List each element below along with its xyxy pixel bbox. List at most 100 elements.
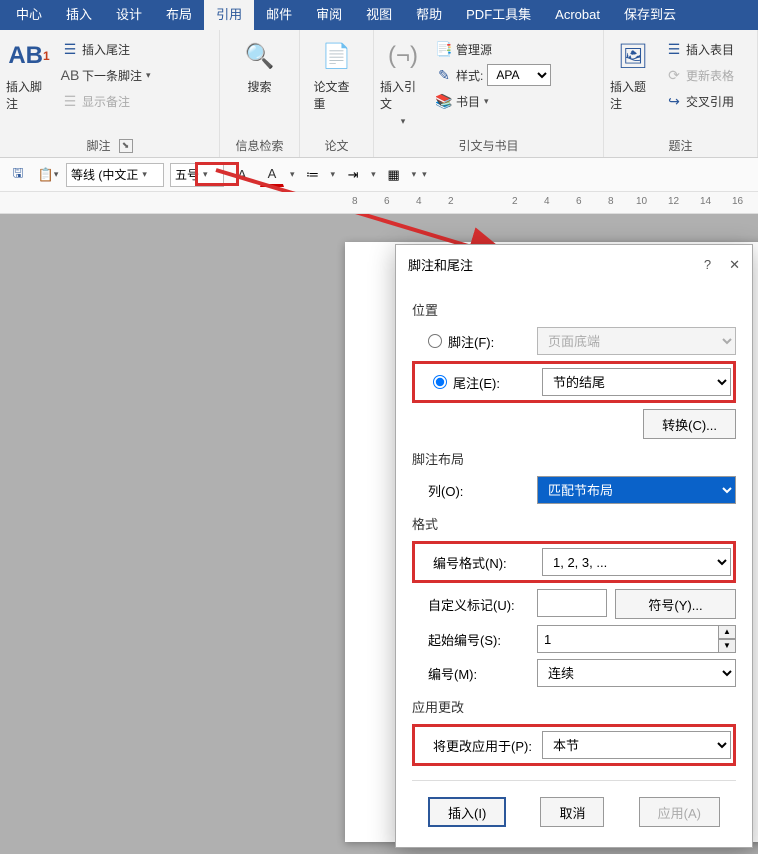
- font-decrease-icon[interactable]: A: [230, 163, 254, 187]
- cross-reference-button[interactable]: ↪ 交叉引用: [662, 90, 738, 112]
- column-select[interactable]: 匹配节布局: [537, 476, 736, 504]
- ruler-mark: 12: [668, 196, 679, 207]
- symbol-button[interactable]: 符号(Y)...: [615, 589, 736, 619]
- tab-save-cloud[interactable]: 保存到云: [612, 0, 688, 30]
- insert-footnote-label: 插入脚注: [6, 78, 52, 112]
- custom-mark-input[interactable]: [537, 589, 607, 617]
- tab-help[interactable]: 帮助: [404, 0, 454, 30]
- start-at-down[interactable]: ▼: [718, 639, 736, 653]
- font-color-icon[interactable]: A: [260, 163, 284, 187]
- clipboard-icon[interactable]: 📋▾: [36, 163, 60, 187]
- custom-mark-label: 自定义标记(U):: [428, 595, 515, 614]
- number-format-label: 编号格式(N):: [433, 553, 507, 572]
- annotation-highlight-endnote-row: 尾注(E): 节的结尾: [412, 361, 736, 403]
- caption-icon: 🖼: [615, 38, 651, 74]
- footnote-icon: AB1: [11, 38, 47, 74]
- citation-style-select[interactable]: APA: [487, 64, 551, 86]
- numbering-label: 编号(M):: [428, 664, 477, 683]
- bibliography-button[interactable]: 📚 书目 ▾: [432, 90, 582, 112]
- bullets-icon[interactable]: ≔: [301, 163, 325, 187]
- font-size-combo[interactable]: 五号▾: [170, 163, 224, 187]
- numbering-select[interactable]: 连续: [537, 659, 736, 687]
- ruler-mark: 14: [700, 196, 711, 207]
- endnote-icon: ☰: [62, 41, 78, 57]
- tab-insert[interactable]: 插入: [54, 0, 104, 30]
- cancel-button[interactable]: 取消: [540, 797, 604, 827]
- annotation-highlight-apply-to: 将更改应用于(P): 本节: [412, 724, 736, 766]
- thesis-icon: 📄: [319, 38, 355, 74]
- start-at-input[interactable]: [537, 625, 719, 653]
- insert-caption-label: 插入题注: [610, 78, 656, 112]
- tab-acrobat[interactable]: Acrobat: [543, 0, 612, 30]
- caption-group-label: 题注: [668, 137, 692, 154]
- indent-caret[interactable]: ▾: [371, 169, 376, 180]
- font-family-combo[interactable]: 等线 (中文正▾: [66, 163, 164, 187]
- footnote-radio[interactable]: [428, 334, 442, 348]
- ruler-mark: 10: [636, 196, 647, 207]
- indent-icon[interactable]: ⇥: [341, 163, 365, 187]
- font-color-caret[interactable]: ▾: [290, 169, 295, 180]
- update-table-button[interactable]: ⟳ 更新表格: [662, 64, 738, 86]
- convert-button[interactable]: 转换(C)...: [643, 409, 736, 439]
- dialog-title-text: 脚注和尾注: [408, 255, 473, 274]
- bibliography-label: 书目: [456, 93, 480, 110]
- next-footnote-label: 下一条脚注: [82, 67, 142, 84]
- insert-endnote-button[interactable]: ☰ 插入尾注: [58, 38, 155, 60]
- start-at-label: 起始编号(S):: [428, 630, 501, 649]
- more-icon[interactable]: ▾: [422, 169, 427, 180]
- search-icon: 🔍: [242, 38, 278, 74]
- tab-references[interactable]: 引用: [204, 0, 254, 30]
- format-section-label: 格式: [412, 514, 736, 533]
- thesis-check-button[interactable]: 📄 论文查重: [314, 34, 360, 112]
- show-notes-button[interactable]: ☰ 显示备注: [58, 90, 155, 112]
- next-footnote-icon: AB: [62, 67, 78, 83]
- dialog-close-button[interactable]: ✕: [729, 257, 740, 273]
- tab-review[interactable]: 审阅: [304, 0, 354, 30]
- apply-section-label: 应用更改: [412, 697, 736, 716]
- number-format-select[interactable]: 1, 2, 3, ...: [542, 548, 731, 576]
- ruler-mark: 16: [732, 196, 743, 207]
- insert-button[interactable]: 插入(I): [428, 797, 506, 827]
- font-size-value: 五号: [175, 166, 199, 183]
- start-at-up[interactable]: ▲: [718, 625, 736, 639]
- insert-footnote-button[interactable]: AB1 插入脚注: [6, 34, 52, 112]
- insert-citation-button[interactable]: (¬) 插入引文 ▾: [380, 34, 426, 127]
- ruler-mark: 2: [512, 196, 518, 207]
- chevron-down-icon: ▾: [146, 70, 151, 81]
- thesis-group-label: 论文: [324, 137, 348, 154]
- table-caret[interactable]: ▾: [412, 169, 417, 180]
- next-footnote-button[interactable]: AB 下一条脚注 ▾: [58, 64, 155, 86]
- save-icon[interactable]: 🖫: [6, 163, 30, 187]
- tab-center[interactable]: 中心: [4, 0, 54, 30]
- mini-toolbar: 🖫 📋▾ 等线 (中文正▾ 五号▾ A A ▾ ≔ ▾ ⇥ ▾ ▦ ▾ ▾: [0, 158, 758, 192]
- tab-mailings[interactable]: 邮件: [254, 0, 304, 30]
- insert-table-of-figures-button[interactable]: ☰ 插入表目: [662, 38, 738, 60]
- dialog-help-button[interactable]: ?: [704, 257, 711, 273]
- font-family-value: 等线 (中文正: [71, 166, 138, 183]
- manage-sources-icon: 📑: [436, 41, 452, 57]
- bibliography-icon: 📚: [436, 93, 452, 109]
- ruler-mark: 8: [608, 196, 614, 207]
- tab-design[interactable]: 设计: [104, 0, 154, 30]
- apply-to-select[interactable]: 本节: [542, 731, 731, 759]
- table-icon[interactable]: ▦: [382, 163, 406, 187]
- manage-sources-button[interactable]: 📑 管理源: [432, 38, 582, 60]
- insert-caption-button[interactable]: 🖼 插入题注: [610, 34, 656, 112]
- table-of-figures-icon: ☰: [666, 41, 682, 57]
- endnote-location-select[interactable]: 节的结尾: [542, 368, 731, 396]
- annotation-highlight-number-format: 编号格式(N): 1, 2, 3, ...: [412, 541, 736, 583]
- tab-pdf-tools[interactable]: PDF工具集: [454, 0, 543, 30]
- footnote-group-label: 脚注: [86, 137, 110, 154]
- footnote-dialog-launcher[interactable]: ⬊: [119, 139, 133, 153]
- search-button[interactable]: 🔍 搜索: [237, 34, 283, 95]
- apply-button[interactable]: 应用(A): [639, 797, 720, 827]
- endnote-radio[interactable]: [433, 375, 447, 389]
- ruler-mark: 8: [352, 196, 358, 207]
- tab-view[interactable]: 视图: [354, 0, 404, 30]
- show-notes-label: 显示备注: [82, 93, 130, 110]
- horizontal-ruler[interactable]: 8 6 4 2 2 4 6 8 10 12 14 16: [0, 192, 758, 214]
- column-label: 列(O):: [428, 481, 463, 500]
- footnote-location-select: 页面底端: [537, 327, 736, 355]
- tab-layout[interactable]: 布局: [154, 0, 204, 30]
- bullets-caret[interactable]: ▾: [331, 169, 336, 180]
